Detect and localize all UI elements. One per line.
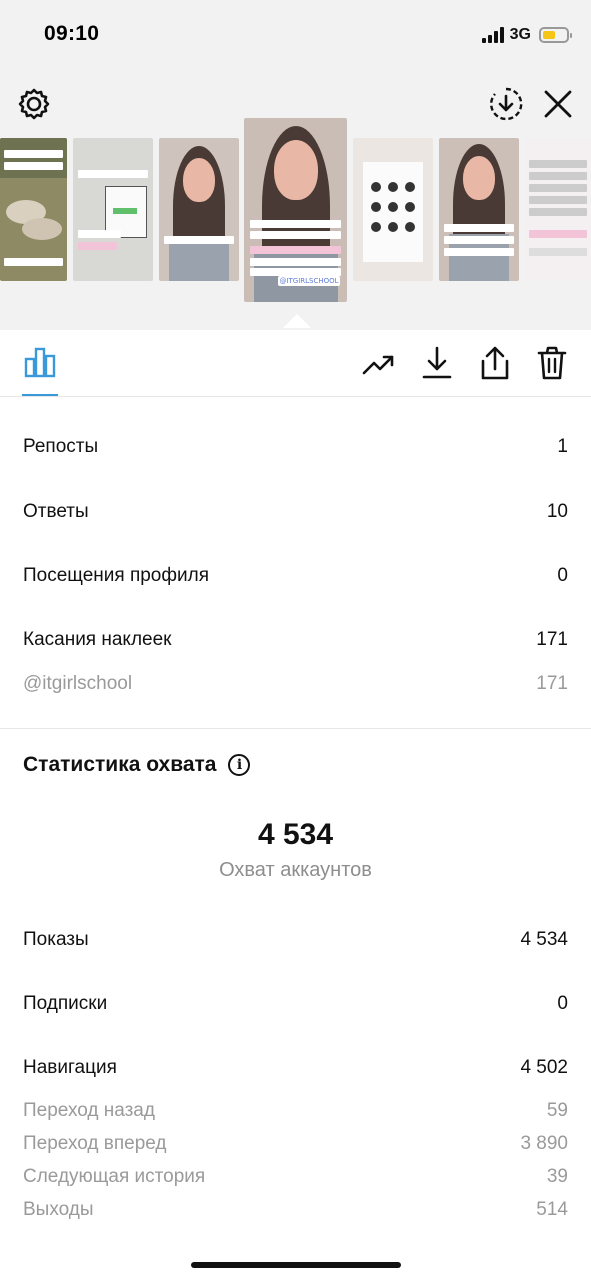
share-icon[interactable] <box>477 344 513 382</box>
stat-label: Выходы <box>23 1199 94 1220</box>
reach-total: 4 534 <box>257 818 334 851</box>
stat-label: @itgirlschool <box>23 673 133 694</box>
battery-icon <box>539 27 572 43</box>
stat-row-replies: Ответы 10 <box>23 501 568 523</box>
signal-icon <box>481 27 504 43</box>
stat-row-profile-visits: Посещения профиля 0 <box>23 565 568 587</box>
home-indicator[interactable] <box>191 1262 401 1268</box>
stat-value: 4 502 <box>520 1057 568 1078</box>
story-preview-area: 09:10 3G @ITGIRLSCHOOL <box>0 0 591 330</box>
story-thumb-3[interactable] <box>159 138 239 281</box>
stat-row-navigation: Навигация 4 502 <box>23 1057 568 1079</box>
story-thumb-5[interactable] <box>353 138 433 281</box>
stat-value: 59 <box>546 1100 568 1121</box>
stat-label: Переход вперед <box>23 1133 167 1154</box>
trending-icon[interactable] <box>361 346 397 382</box>
network-type: 3G <box>509 26 531 43</box>
stat-value: 0 <box>557 565 568 586</box>
story-thumb-6[interactable] <box>439 138 519 281</box>
reach-total-label: Охват аккаунтов <box>219 859 372 881</box>
info-icon[interactable]: i <box>228 754 251 776</box>
stat-value: 10 <box>546 501 568 522</box>
gear-icon[interactable] <box>16 86 52 122</box>
stats-toolbar <box>0 330 591 397</box>
section-title-text: Статистика охвата <box>23 753 217 776</box>
stat-row-sticker-taps: Касания наклеек 171 <box>23 629 568 651</box>
stat-label: Репосты <box>23 436 99 457</box>
stat-value: 0 <box>557 993 568 1014</box>
active-story-pointer <box>283 314 311 328</box>
story-thumb-1[interactable] <box>0 138 67 281</box>
status-indicators: 3G <box>481 24 572 46</box>
status-time: 09:10 <box>44 22 100 45</box>
stat-label: Ответы <box>23 501 89 522</box>
stat-value: 171 <box>536 629 568 650</box>
stat-label: Следующая история <box>23 1166 206 1187</box>
stat-row-sticker-detail: @itgirlschool 171 <box>23 673 568 695</box>
story-thumbnails: @ITGIRLSCHOOL <box>0 118 591 308</box>
active-tab-indicator <box>22 394 58 396</box>
stat-value: 1 <box>557 436 568 457</box>
stat-row-exits: Выходы 514 <box>23 1199 568 1221</box>
stat-label: Переход назад <box>23 1100 155 1121</box>
stat-label: Показы <box>23 929 89 950</box>
stat-label: Навигация <box>23 1057 117 1078</box>
stat-label: Касания наклеек <box>23 629 172 650</box>
stat-row-next-story: Следующая история 39 <box>23 1166 568 1188</box>
stat-row-follows: Подписки 0 <box>23 993 568 1015</box>
stat-row-impressions: Показы 4 534 <box>23 929 568 951</box>
stat-label: Посещения профиля <box>23 565 209 586</box>
stat-row-forward: Переход вперед 3 890 <box>23 1133 568 1155</box>
section-divider <box>0 728 591 729</box>
story-thumb-7[interactable] <box>525 138 591 281</box>
story-thumb-4[interactable]: @ITGIRLSCHOOL <box>244 118 347 302</box>
story-tag: @ITGIRLSCHOOL <box>278 276 340 286</box>
stat-value: 39 <box>546 1166 568 1187</box>
stat-value: 171 <box>536 673 568 694</box>
stat-label: Подписки <box>23 993 108 1014</box>
stat-row-reposts: Репосты 1 <box>23 436 568 458</box>
bar-chart-icon[interactable] <box>22 344 58 380</box>
stat-value: 3 890 <box>520 1133 568 1154</box>
reach-section-title: Статистика охвата i <box>23 753 251 777</box>
trash-icon[interactable] <box>534 344 570 382</box>
stat-row-back: Переход назад 59 <box>23 1100 568 1122</box>
stat-value: 4 534 <box>520 929 568 950</box>
close-icon[interactable] <box>540 86 576 122</box>
download-icon[interactable] <box>419 344 455 382</box>
story-thumb-2[interactable] <box>73 138 153 281</box>
stat-value: 514 <box>536 1199 568 1220</box>
